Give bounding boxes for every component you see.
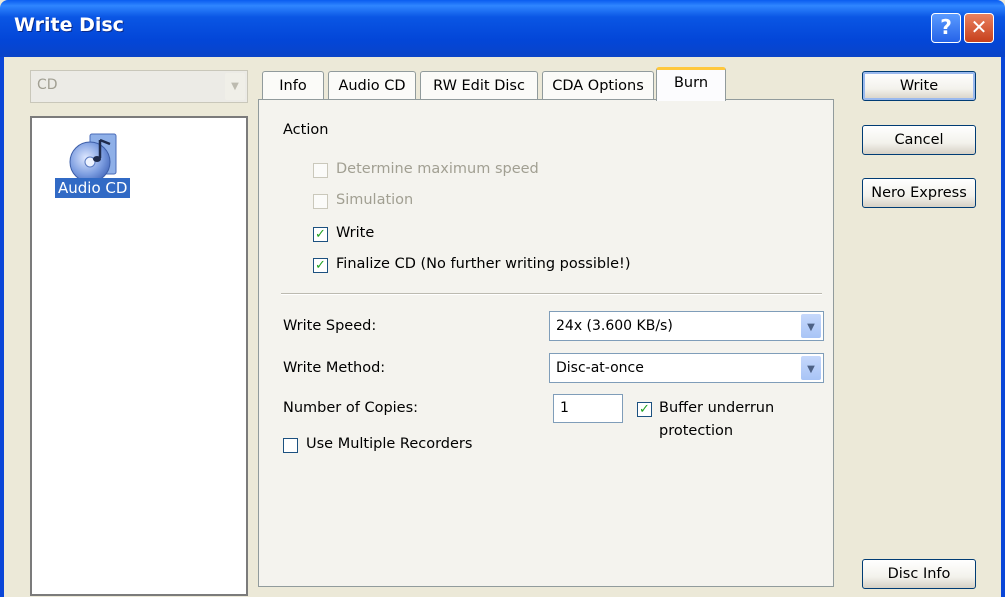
list-item-label: Audio CD bbox=[55, 178, 131, 198]
write-speed-select[interactable]: 24x (3.600 KB/s) ▼ bbox=[549, 311, 824, 341]
simulation-checkbox[interactable] bbox=[313, 194, 328, 209]
disc-type-select[interactable]: CD ▼ bbox=[30, 70, 248, 103]
chevron-down-icon: ▼ bbox=[801, 356, 821, 380]
action-heading: Action bbox=[283, 122, 329, 138]
copies-label: Number of Copies: bbox=[283, 400, 419, 416]
finalize-checkbox[interactable]: ✓ bbox=[313, 258, 328, 273]
tab-audio-cd[interactable]: Audio CD bbox=[328, 71, 416, 99]
window-frame-left bbox=[0, 57, 4, 597]
disc-type-value: CD bbox=[37, 77, 58, 93]
window-frame-right bbox=[1001, 57, 1005, 597]
tab-label: Audio CD bbox=[338, 78, 406, 94]
tab-cda-options[interactable]: CDA Options bbox=[542, 71, 654, 99]
write-method-value: Disc-at-once bbox=[556, 360, 644, 376]
write-method-select[interactable]: Disc-at-once ▼ bbox=[549, 353, 824, 383]
multiple-recorders-checkbox[interactable] bbox=[283, 438, 298, 453]
cancel-button[interactable]: Cancel bbox=[862, 125, 976, 155]
max-speed-label: Determine maximum speed bbox=[336, 161, 539, 177]
tab-label: CDA Options bbox=[552, 78, 644, 94]
multiple-recorders-label: Use Multiple Recorders bbox=[306, 436, 473, 452]
compilation-list[interactable]: Audio CD bbox=[30, 116, 248, 596]
burn-tab-panel: Action Determine maximum speed Simulatio… bbox=[258, 99, 834, 587]
buffer-underrun-checkbox[interactable]: ✓ bbox=[637, 402, 652, 417]
max-speed-checkbox[interactable] bbox=[313, 163, 328, 178]
buffer-underrun-label-2: protection bbox=[659, 423, 734, 439]
write-checkbox[interactable]: ✓ bbox=[313, 227, 328, 242]
copies-input[interactable]: 1 bbox=[553, 394, 623, 423]
write-button[interactable]: Write bbox=[862, 71, 976, 101]
finalize-label: Finalize CD (No further writing possible… bbox=[336, 256, 631, 272]
chevron-down-icon: ▼ bbox=[225, 73, 245, 100]
write-speed-label: Write Speed: bbox=[283, 318, 377, 334]
copies-value: 1 bbox=[560, 400, 569, 416]
tab-label: Info bbox=[279, 78, 307, 94]
disc-info-button[interactable]: Disc Info bbox=[862, 559, 976, 589]
write-label: Write bbox=[336, 225, 375, 241]
write-speed-value: 24x (3.600 KB/s) bbox=[556, 318, 673, 334]
tab-info[interactable]: Info bbox=[262, 71, 324, 99]
tab-burn[interactable]: Burn bbox=[656, 67, 726, 101]
buffer-underrun-label: Buffer underrun bbox=[659, 400, 775, 416]
chevron-down-icon: ▼ bbox=[801, 314, 821, 338]
simulation-label: Simulation bbox=[336, 192, 414, 208]
nero-express-button[interactable]: Nero Express bbox=[862, 178, 976, 208]
tab-label: Burn bbox=[673, 75, 709, 91]
write-method-label: Write Method: bbox=[283, 360, 386, 376]
help-button[interactable]: ? bbox=[931, 13, 961, 43]
tab-rw-edit-disc[interactable]: RW Edit Disc bbox=[420, 71, 538, 99]
title-bar: Write Disc ? ✕ bbox=[0, 0, 1005, 57]
window-title: Write Disc bbox=[14, 14, 124, 36]
separator bbox=[281, 293, 822, 295]
close-button[interactable]: ✕ bbox=[964, 13, 994, 43]
audio-cd-icon bbox=[69, 133, 117, 183]
tab-label: RW Edit Disc bbox=[433, 78, 525, 94]
